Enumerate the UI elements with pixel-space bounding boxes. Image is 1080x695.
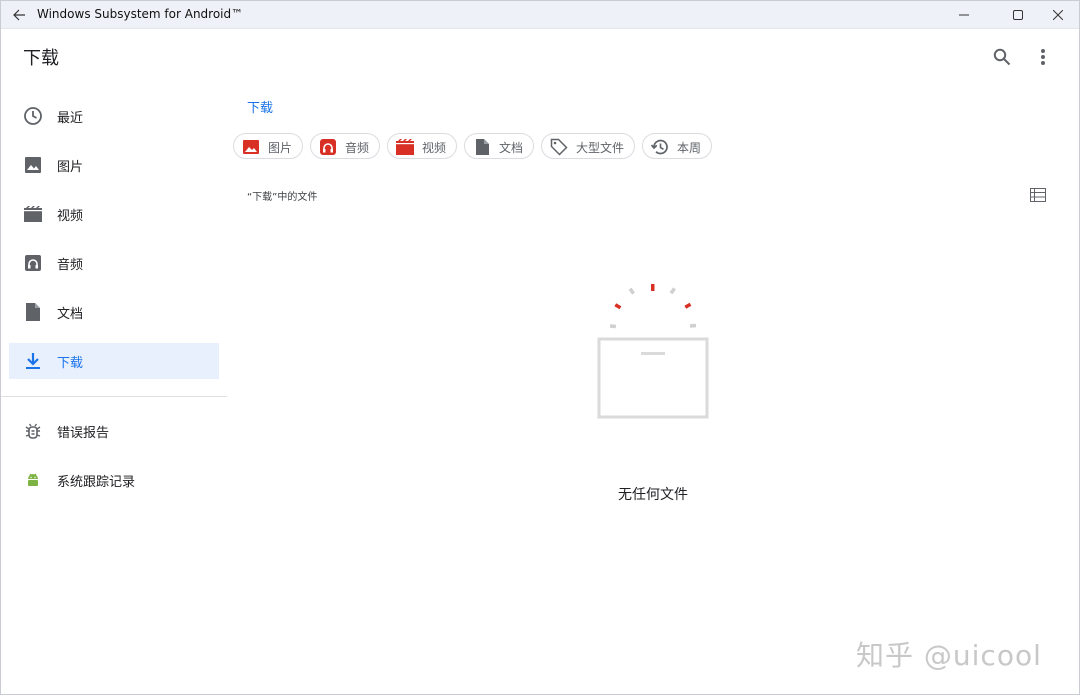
search-icon[interactable] <box>990 45 1014 69</box>
close-button[interactable] <box>1035 1 1079 28</box>
sidebar-item-label: 系统跟踪记录 <box>57 475 136 490</box>
chip-label: 文档 <box>499 141 524 155</box>
download-icon <box>23 351 43 371</box>
chip-images[interactable]: 图片 <box>233 133 303 159</box>
sidebar-item-documents[interactable]: 文档 <box>9 294 219 330</box>
app-window: Windows Subsystem for Android™ 下载 最近 图片 … <box>0 0 1080 695</box>
bug-icon <box>23 421 43 441</box>
document-icon <box>23 302 43 322</box>
sidebar-item-label: 下载 <box>57 356 84 371</box>
chip-label: 大型文件 <box>576 141 625 155</box>
chip-label: 图片 <box>268 141 293 155</box>
minimize-button[interactable] <box>941 1 987 28</box>
chip-audio[interactable]: 音频 <box>310 133 380 159</box>
sidebar-item-audio[interactable]: 音频 <box>9 245 219 281</box>
sidebar-divider <box>1 396 227 397</box>
list-view-icon[interactable] <box>1028 186 1048 204</box>
sidebar-item-label: 文档 <box>57 307 84 322</box>
page-title: 下载 <box>23 48 59 69</box>
window-title: Windows Subsystem for Android™ <box>37 7 244 21</box>
watermark: 知乎 @uicool <box>856 639 1042 672</box>
chip-label: 本周 <box>677 141 702 155</box>
headphones-icon <box>319 138 337 156</box>
chip-documents[interactable]: 文档 <box>464 133 534 159</box>
sidebar-item-recent[interactable]: 最近 <box>9 98 219 134</box>
empty-state-text: 无任何文件 <box>618 487 688 503</box>
more-vert-icon[interactable] <box>1031 45 1055 69</box>
chip-label: 音频 <box>345 141 370 155</box>
back-arrow-icon[interactable] <box>9 5 29 25</box>
document-icon <box>473 138 491 156</box>
sidebar-item-label: 图片 <box>57 160 84 175</box>
sidebar-item-label: 错误报告 <box>57 426 110 441</box>
section-label: “下载”中的文件 <box>247 192 318 203</box>
history-icon <box>651 138 669 156</box>
audio-icon <box>23 253 43 273</box>
sidebar-item-label: 最近 <box>57 111 84 126</box>
sidebar: 最近 图片 视频 音频 文档 下载 错误报告 系统跟踪记录 <box>1 91 227 691</box>
clock-icon <box>23 106 43 126</box>
sidebar-item-bug-report[interactable]: 错误报告 <box>9 413 219 449</box>
sidebar-item-label: 视频 <box>57 209 84 224</box>
tag-icon <box>550 138 568 156</box>
empty-folder-illustration <box>591 281 715 423</box>
movie-icon <box>396 138 414 156</box>
chip-label: 视频 <box>422 141 447 155</box>
sidebar-item-videos[interactable]: 视频 <box>9 196 219 232</box>
breadcrumb[interactable]: 下载 <box>247 97 273 116</box>
chip-this-week[interactable]: 本周 <box>642 133 712 159</box>
sidebar-item-downloads[interactable]: 下载 <box>9 343 219 379</box>
image-icon <box>242 138 260 156</box>
sidebar-item-images[interactable]: 图片 <box>9 147 219 183</box>
title-bar: Windows Subsystem for Android™ <box>1 1 1079 29</box>
sidebar-item-system-trace[interactable]: 系统跟踪记录 <box>9 462 219 498</box>
movie-icon <box>23 204 43 224</box>
image-icon <box>23 155 43 175</box>
sidebar-item-label: 音频 <box>57 258 84 273</box>
android-icon <box>23 470 43 490</box>
chip-large-files[interactable]: 大型文件 <box>541 133 635 159</box>
chip-videos[interactable]: 视频 <box>387 133 457 159</box>
